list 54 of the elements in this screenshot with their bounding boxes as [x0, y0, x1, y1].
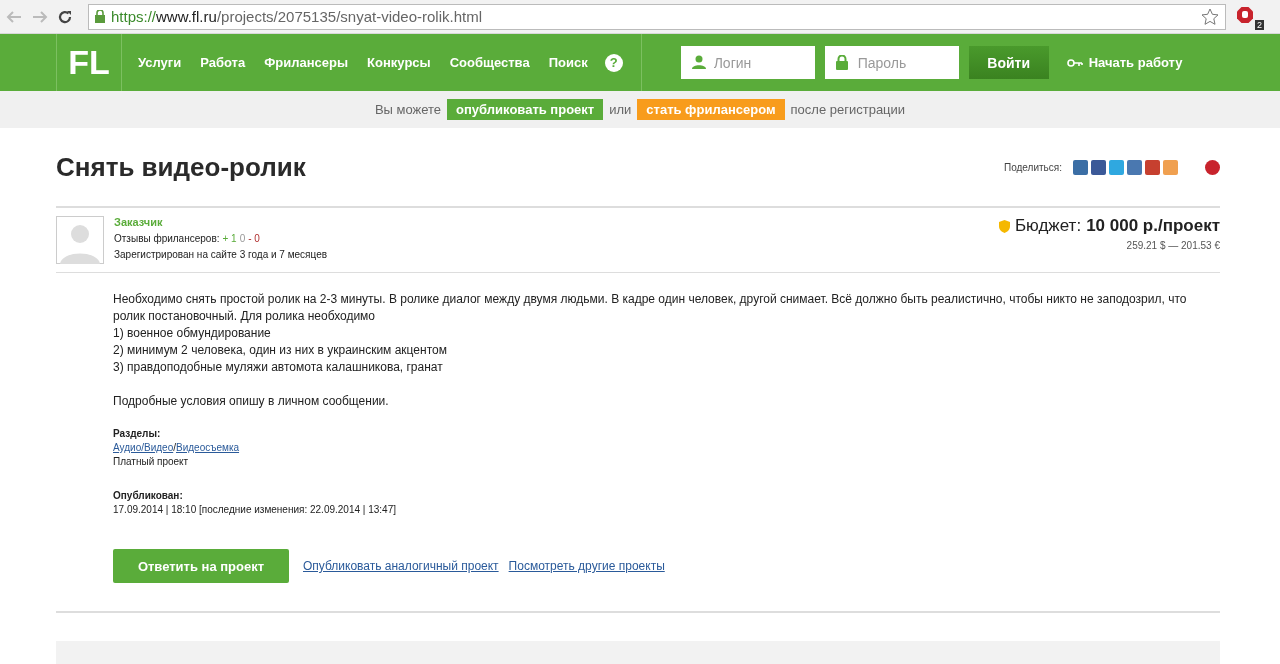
key-icon [1066, 58, 1083, 67]
nav-link[interactable]: Сообщества [449, 55, 530, 70]
address-bar[interactable]: https://www.fl.ru/projects/2075135/snyat-video-rolik.html [88, 3, 1226, 30]
project-link[interactable]: Посмотреть другие проекты [508, 559, 665, 573]
sections-label: Разделы: [113, 427, 161, 441]
share-label: Поделиться: [1004, 161, 1062, 173]
lock-icon [835, 55, 848, 70]
description-text: Подробные условия опишу в личном сообщении. [113, 393, 390, 410]
nav-link[interactable]: Поиск [548, 55, 588, 70]
project-link[interactable]: Опубликовать аналогичный проект [303, 559, 499, 573]
publish-project-button[interactable]: опубликовать проект [447, 99, 604, 120]
url-text: https://www.fl.ru/projects/2075135/snyat-video-rolik.html [111, 8, 483, 25]
negative-count: - 0 [248, 233, 260, 244]
nav-link[interactable]: Услуги [138, 55, 182, 70]
author-name[interactable]: Заказчик [114, 216, 989, 228]
registration-text: Зарегистрирован на сайте 3 года и 7 месяцев [114, 249, 329, 260]
star-icon[interactable] [1201, 7, 1219, 26]
description-text: 2) минимум 2 человека, один из них в украинским акцентом [113, 342, 448, 359]
reviews-label: Отзывы фрилансеров: [114, 233, 220, 244]
category-link[interactable]: Аудио/Видео [113, 442, 174, 453]
nav-link[interactable]: Конкурсы [367, 55, 431, 70]
reload-icon[interactable] [58, 9, 72, 24]
extension-badge: 2 [1255, 19, 1264, 30]
login-field[interactable]: Логин [680, 46, 815, 79]
budget-label: Бюджет: [1014, 216, 1082, 236]
project-title: Снять видео-ролик [56, 151, 306, 183]
person-icon [691, 55, 706, 69]
lock-icon [95, 10, 105, 23]
category-link[interactable]: Видеосъемка [176, 442, 240, 453]
description-text: 3) правдоподобные муляжи автомота калашникова, гранат [113, 359, 444, 376]
positive-count: + 1 [222, 233, 237, 244]
start-work-link[interactable]: Начать работу [1088, 55, 1183, 70]
neutral-count: 0 [239, 233, 246, 244]
description-text: Необходимо снять простой ролик на 2-3 минуты. В ролике диалог между двумя людьми. В кадре один человек, другой снимает. Всё должно быть реалистично, чтобы никто не заподозрил, что ролик постановочный. Для ролика необходимо [113, 291, 1188, 325]
avatar-placeholder [56, 216, 104, 264]
promo-text: Вы можете [374, 102, 442, 117]
nav-link[interactable]: Работа [200, 55, 246, 70]
separator-text: / [173, 442, 176, 453]
help-button[interactable]: ? [604, 53, 623, 72]
published-date: 17.09.2014 | 18:10 [последние изменения: 22.09.2014 | 13:47] [113, 503, 396, 517]
nav-link[interactable]: Фрилансеры [264, 55, 349, 70]
stop-sign-icon[interactable] [1236, 5, 1254, 24]
reply-button[interactable]: Ответить на проект [113, 549, 289, 583]
shield-icon [998, 219, 1010, 233]
published-label: Опубликован: [113, 489, 183, 503]
description-text: 1) военное обмундирование [113, 325, 272, 342]
budget-conversion: 259.21 $ — 201.53 € [1126, 240, 1220, 251]
password-field[interactable]: Пароль [824, 46, 959, 79]
login-button[interactable]: Войти [968, 46, 1049, 79]
promo-text: после регистрации [790, 102, 906, 117]
paid-project-text: Платный проект [113, 455, 189, 469]
promo-text: или [609, 102, 632, 117]
become-freelancer-button[interactable]: стать фрилансером [637, 99, 785, 120]
budget-amount: 10 000 р./проект [1086, 216, 1220, 236]
